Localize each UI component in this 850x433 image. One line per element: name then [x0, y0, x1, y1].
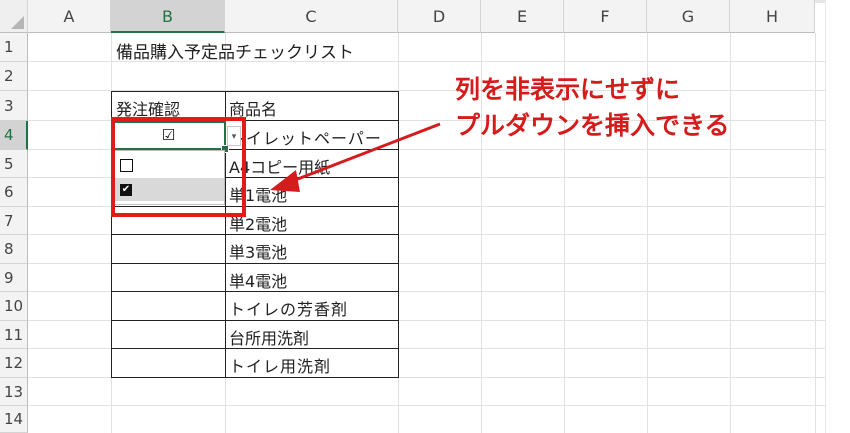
annotation-text: 列を非表示にせずに プルダウンを挿入できる — [455, 72, 730, 144]
arrow-head — [270, 170, 300, 192]
annotation-arrow — [270, 122, 441, 192]
annotation-line-1: 列を非表示にせずに — [455, 75, 681, 104]
arrow-shaft — [289, 122, 441, 184]
spreadsheet: A B C D E F G H 1 2 3 4 5 6 7 8 9 10 11 … — [0, 0, 850, 433]
annotation-line-2: プルダウンを挿入できる — [455, 111, 730, 140]
